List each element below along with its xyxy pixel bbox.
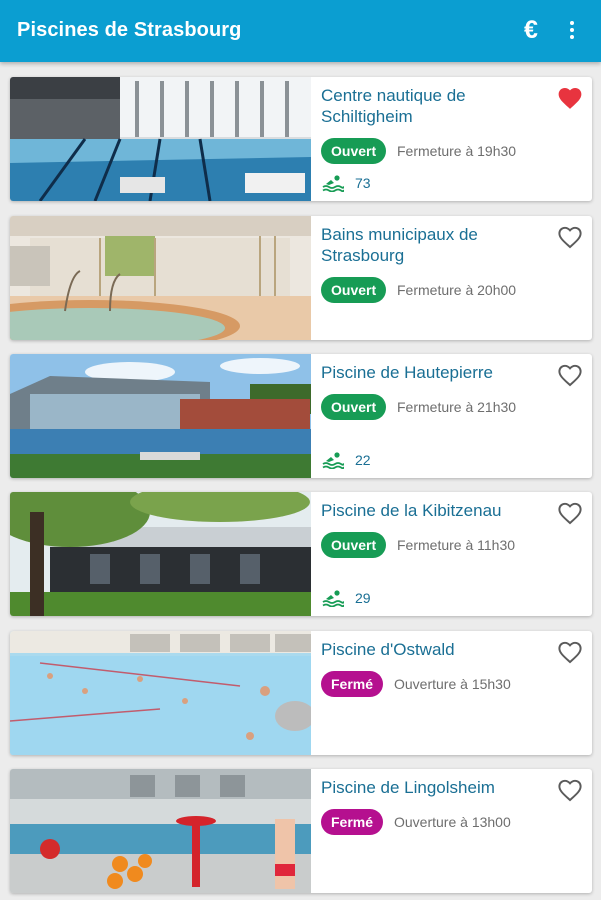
heart-outline-icon[interactable] (557, 501, 583, 525)
hours-text: Ouverture à 15h30 (394, 676, 511, 692)
pool-photo (10, 492, 311, 616)
pool-card[interactable]: Piscine de Hautepierre Ouvert Fermeture … (10, 354, 592, 478)
app-title: Piscines de Strasbourg (17, 19, 242, 41)
pool-card[interactable]: Piscine d'Ostwald Fermé Ouverture à 15h3… (10, 631, 592, 755)
status-badge: Ouvert (321, 277, 387, 303)
pool-card[interactable]: Bains municipaux de Strasbourg Ouvert Fe… (10, 216, 592, 340)
heart-outline-icon[interactable] (557, 225, 583, 249)
hours-text: Fermeture à 21h30 (397, 399, 517, 415)
pool-photo (10, 216, 311, 340)
hours-text: Fermeture à 19h30 (397, 143, 517, 159)
pool-photo (10, 77, 311, 201)
pool-name: Piscine de Lingolsheim (321, 778, 495, 797)
pool-name: Centre nautique de Schiltigheim (321, 86, 466, 126)
pool-card[interactable]: Centre nautique de Schiltigheim Ouvert F… (10, 77, 592, 201)
pool-name: Bains municipaux de Strasbourg (321, 225, 478, 265)
hours-text: Fermeture à 11h30 (397, 537, 516, 553)
pool-photo (10, 631, 311, 755)
pool-name: Piscine de Hautepierre (321, 363, 493, 382)
heart-outline-icon[interactable] (557, 640, 583, 664)
status-badge: Ouvert (321, 394, 387, 420)
pool-name: Piscine de la Kibitzenau (321, 501, 502, 520)
status-badge: Fermé (321, 671, 384, 697)
heart-filled-icon[interactable] (557, 86, 583, 110)
pool-name: Piscine d'Ostwald (321, 640, 455, 659)
status-badge: Ouvert (321, 138, 387, 164)
status-badge: Fermé (321, 809, 384, 835)
hours-text: Ouverture à 13h00 (394, 814, 511, 830)
swimmer-icon (322, 590, 344, 607)
visitor-count: 29 (355, 590, 371, 606)
visitor-count: 73 (355, 175, 371, 191)
more-options-icon[interactable] (560, 14, 584, 46)
hours-text: Fermeture à 20h00 (397, 282, 517, 298)
euro-icon[interactable]: € (515, 14, 547, 46)
visitor-count: 22 (355, 452, 371, 468)
swimmer-icon (322, 175, 344, 192)
heart-outline-icon[interactable] (557, 363, 583, 387)
app-bar: Piscines de Strasbourg € (0, 0, 601, 62)
heart-outline-icon[interactable] (557, 778, 583, 802)
status-badge: Ouvert (321, 532, 387, 558)
pool-card[interactable]: Piscine de la Kibitzenau Ouvert Fermetur… (10, 492, 592, 616)
swimmer-icon (322, 452, 344, 469)
pool-photo (10, 769, 311, 893)
pool-card[interactable]: Piscine de Lingolsheim Fermé Ouverture à… (10, 769, 592, 893)
pool-photo (10, 354, 311, 478)
